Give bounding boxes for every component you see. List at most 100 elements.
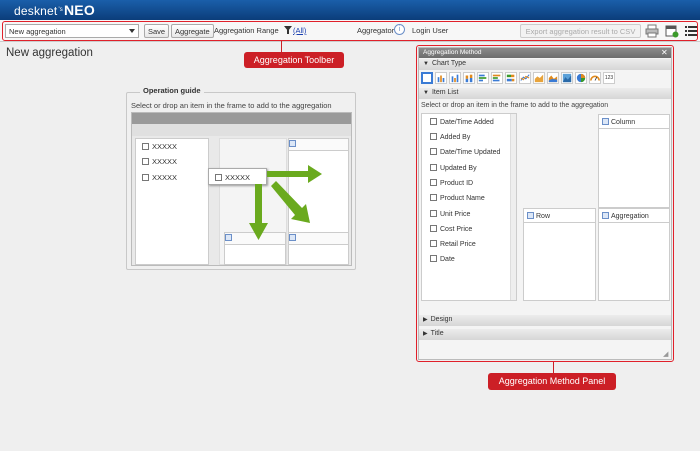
list-item[interactable]: Updated By bbox=[430, 164, 477, 172]
area-chart-icon[interactable] bbox=[533, 72, 545, 84]
app-logo[interactable]: desknet'sNEO bbox=[14, 2, 95, 18]
column-drop-zone[interactable]: Column bbox=[598, 114, 670, 208]
toolbar-highlight-frame bbox=[2, 21, 698, 41]
list-item[interactable]: Product ID bbox=[430, 179, 473, 187]
guide-frame-header bbox=[132, 113, 351, 124]
list-item-label: Product ID bbox=[440, 180, 474, 187]
aggregation-label: Aggregation bbox=[611, 213, 649, 220]
chart-type-icons: 123 bbox=[421, 72, 615, 86]
checkbox bbox=[142, 174, 149, 181]
arrow-down-icon bbox=[249, 184, 268, 240]
list-item[interactable]: Date/Time Updated bbox=[430, 148, 500, 156]
list-item[interactable]: Date/Time Added bbox=[430, 118, 494, 126]
list-item-label: Updated By bbox=[440, 165, 477, 172]
toolbar-callout: Aggregation Toolber bbox=[244, 52, 344, 68]
checkbox[interactable] bbox=[430, 133, 437, 140]
aggregation-drop-zone[interactable]: Aggregation bbox=[598, 208, 670, 301]
row-label: Row bbox=[536, 213, 551, 220]
bar-chart-icon[interactable] bbox=[435, 72, 447, 84]
triangle-down-icon: ▼ bbox=[423, 61, 429, 67]
list-item-label: Added By bbox=[440, 134, 471, 141]
guide-list-item: XXXXX bbox=[142, 142, 177, 151]
toolbar-callout-line bbox=[281, 41, 282, 52]
aggregation-icon bbox=[602, 212, 609, 219]
item-list-instruction: Select or drop an item in the frame to a… bbox=[421, 102, 609, 109]
stacked-bar-icon[interactable] bbox=[463, 72, 475, 84]
item-list-label: Item List bbox=[431, 89, 459, 96]
title-label: Title bbox=[430, 330, 444, 337]
logo-main: desknet bbox=[14, 4, 58, 18]
checkbox[interactable] bbox=[430, 164, 437, 171]
chart-type-label: Chart Type bbox=[431, 60, 467, 67]
panel-callout-line bbox=[553, 362, 554, 373]
design-label: Design bbox=[430, 316, 453, 323]
item-list-section-header[interactable]: ▼ Item List bbox=[419, 88, 671, 99]
title-section-header[interactable]: ▶ Title bbox=[419, 329, 671, 340]
checkbox[interactable] bbox=[430, 225, 437, 232]
item-list-scrollbar[interactable] bbox=[510, 114, 516, 300]
table-icon[interactable] bbox=[421, 72, 433, 84]
panel-callout: Aggregation Method Panel bbox=[488, 373, 616, 390]
list-item[interactable]: Cost Price bbox=[430, 225, 472, 233]
close-icon[interactable]: ✕ bbox=[661, 48, 668, 57]
column-icon bbox=[289, 140, 296, 147]
line-chart-icon[interactable] bbox=[519, 72, 531, 84]
guide-item-label: XXXXX bbox=[152, 142, 178, 151]
checkbox[interactable] bbox=[430, 255, 437, 262]
arrow-right-icon bbox=[267, 165, 322, 183]
checkbox[interactable] bbox=[430, 210, 437, 217]
app-header: desknet'sNEO bbox=[0, 0, 700, 20]
guide-list-item: XXXXX bbox=[142, 173, 177, 182]
pie-chart-icon[interactable] bbox=[575, 72, 587, 84]
guide-list-item: XXXXX bbox=[142, 157, 177, 166]
triangle-right-icon: ▶ bbox=[423, 331, 428, 337]
page-title: New aggregation bbox=[6, 47, 93, 59]
checkbox[interactable] bbox=[430, 240, 437, 247]
arrow-diagonal-icon bbox=[271, 181, 310, 223]
guide-frame-subheader bbox=[132, 124, 351, 136]
stacked-hbar-icon[interactable] bbox=[505, 72, 517, 84]
guide-item-label: XXXXX bbox=[152, 173, 178, 182]
operation-guide-title: Operation guide bbox=[140, 86, 204, 95]
checkbox bbox=[142, 143, 149, 150]
operation-guide-instruction: Select or drop an item in the frame to a… bbox=[131, 101, 332, 110]
horizontal-bar-icon[interactable] bbox=[477, 72, 489, 84]
area-chart-icon[interactable] bbox=[547, 72, 559, 84]
column-icon bbox=[602, 118, 609, 125]
resize-handle-icon[interactable]: ◢ bbox=[663, 350, 668, 358]
guide-item-label: XXXXX bbox=[152, 157, 178, 166]
design-section-header[interactable]: ▶ Design bbox=[419, 315, 671, 326]
logo-neo: NEO bbox=[63, 2, 95, 18]
gauge-icon[interactable] bbox=[589, 72, 601, 84]
bar-chart-icon[interactable] bbox=[449, 72, 461, 84]
list-item-label: Product Name bbox=[440, 195, 485, 202]
list-item-label: Retail Price bbox=[440, 241, 476, 248]
list-item[interactable]: Retail Price bbox=[430, 240, 476, 248]
list-item[interactable]: Date bbox=[430, 255, 455, 263]
drag-arrows-illustration bbox=[249, 165, 322, 240]
list-item-label: Date/Time Updated bbox=[440, 149, 501, 156]
horizontal-bar-icon[interactable] bbox=[491, 72, 503, 84]
area-chart-icon[interactable] bbox=[561, 72, 573, 84]
list-item-label: Cost Price bbox=[440, 226, 473, 233]
number-icon[interactable]: 123 bbox=[603, 72, 615, 84]
list-item[interactable]: Unit Price bbox=[430, 210, 470, 218]
chart-type-section-header[interactable]: ▼ Chart Type bbox=[419, 59, 671, 70]
list-item-label: Unit Price bbox=[440, 211, 471, 218]
checkbox[interactable] bbox=[430, 148, 437, 155]
checkbox[interactable] bbox=[430, 118, 437, 125]
list-item-label: Date/Time Added bbox=[440, 119, 494, 126]
logo-sup: 's bbox=[58, 7, 63, 13]
item-list bbox=[421, 113, 517, 301]
row-drop-zone[interactable]: Row bbox=[523, 208, 596, 301]
checkbox bbox=[215, 174, 222, 181]
triangle-right-icon: ▶ bbox=[423, 317, 428, 323]
list-item[interactable]: Product Name bbox=[430, 194, 485, 202]
row-icon bbox=[225, 234, 232, 241]
checkbox bbox=[142, 158, 149, 165]
checkbox[interactable] bbox=[430, 194, 437, 201]
list-item[interactable]: Added By bbox=[430, 133, 470, 141]
column-label: Column bbox=[611, 119, 636, 126]
checkbox[interactable] bbox=[430, 179, 437, 186]
list-item-label: Date bbox=[440, 256, 455, 263]
